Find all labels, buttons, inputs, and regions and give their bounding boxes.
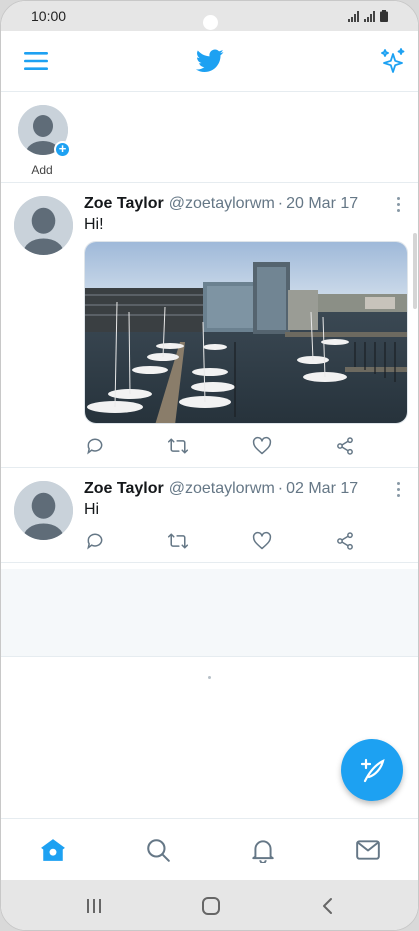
author-name[interactable]: Zoe Taylor xyxy=(84,195,164,212)
reply-icon[interactable] xyxy=(84,530,106,552)
wifi-signal-icon xyxy=(348,10,359,22)
add-fleet-button[interactable]: + Add xyxy=(18,105,71,177)
like-icon[interactable] xyxy=(251,435,273,457)
status-time: 10:00 xyxy=(31,8,67,24)
battery-icon xyxy=(380,10,388,22)
camera-cutout xyxy=(203,15,218,30)
twitter-bird-icon[interactable] xyxy=(195,46,225,76)
retweet-icon[interactable] xyxy=(167,530,189,552)
tweet-actions xyxy=(84,435,384,457)
tweet-text: Hi xyxy=(84,501,100,518)
status-icons xyxy=(348,10,388,22)
tweet-date: 02 Mar 17 xyxy=(286,480,359,497)
tweet-header: Zoe Taylor @zoetaylorwm · 20 Mar 17 xyxy=(84,195,358,213)
tweet[interactable]: Zoe Taylor @zoetaylorwm · 02 Mar 17 Hi xyxy=(1,468,418,563)
tweet-date: 20 Mar 17 xyxy=(286,195,359,212)
scrollbar[interactable] xyxy=(413,233,417,309)
share-icon[interactable] xyxy=(334,435,356,457)
back-icon[interactable] xyxy=(316,894,340,918)
phone-screen: 10:00 + Add Zoe Taylor @zoetaylorwm · 20… xyxy=(0,0,419,931)
harbor-photo xyxy=(85,242,407,423)
separator: · xyxy=(277,195,284,212)
notifications-icon[interactable] xyxy=(249,836,277,864)
add-label: Add xyxy=(31,163,53,177)
fleets-row: + Add xyxy=(1,92,418,183)
app-header xyxy=(1,31,418,92)
author-name[interactable]: Zoe Taylor xyxy=(84,480,164,497)
like-icon[interactable] xyxy=(251,530,273,552)
sparkle-icon[interactable] xyxy=(378,46,408,76)
compose-icon xyxy=(360,758,385,783)
cell-signal-icon xyxy=(364,10,375,22)
tweet-actions xyxy=(84,530,384,552)
home-circle-icon[interactable] xyxy=(199,894,223,918)
tweet[interactable]: Zoe Taylor @zoetaylorwm · 20 Mar 17 Hi! xyxy=(1,183,418,468)
home-icon[interactable] xyxy=(39,836,67,864)
share-icon[interactable] xyxy=(334,530,356,552)
separator: · xyxy=(277,480,284,497)
timeline-gap xyxy=(1,569,418,657)
search-icon[interactable] xyxy=(144,836,172,864)
author-handle: @zoetaylorwm xyxy=(168,195,275,212)
menu-icon[interactable] xyxy=(21,46,51,76)
default-avatar-icon xyxy=(14,481,73,540)
more-options-icon[interactable] xyxy=(390,479,406,499)
recents-icon[interactable] xyxy=(82,894,106,918)
messages-icon[interactable] xyxy=(354,836,382,864)
loading-indicator xyxy=(208,676,211,679)
tweet-text: Hi! xyxy=(84,216,104,233)
system-nav-bar xyxy=(1,880,418,930)
reply-icon[interactable] xyxy=(84,435,106,457)
retweet-icon[interactable] xyxy=(167,435,189,457)
compose-tweet-button[interactable] xyxy=(341,739,403,801)
bottom-tab-bar xyxy=(1,818,418,880)
more-options-icon[interactable] xyxy=(390,194,406,214)
default-avatar-icon xyxy=(14,196,73,255)
author-handle: @zoetaylorwm xyxy=(168,480,275,497)
tweet-photo[interactable] xyxy=(84,241,408,424)
avatar[interactable] xyxy=(14,196,73,255)
avatar[interactable] xyxy=(14,481,73,540)
plus-icon: + xyxy=(54,141,71,158)
tweet-header: Zoe Taylor @zoetaylorwm · 02 Mar 17 xyxy=(84,480,358,498)
